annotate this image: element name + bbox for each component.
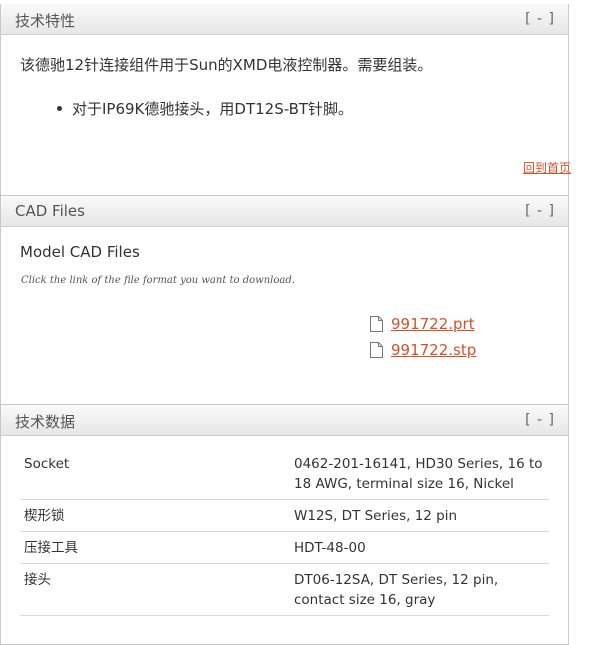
bullet-icon <box>57 106 62 111</box>
file-download-link-prt[interactable]: 991722.prt <box>391 315 475 333</box>
product-description: 该德驰12针连接组件用于Sun的XMD电液控制器。需要组装。 <box>20 56 433 74</box>
tech-features-header[interactable]: 技术特性 [ - ] <box>1 4 568 35</box>
tech-data-header[interactable]: 技术数据 [ - ] <box>1 405 568 436</box>
file-download-link-stp[interactable]: 991722.stp <box>391 341 476 359</box>
spec-key: 压接工具 <box>20 531 290 564</box>
cad-files-title: CAD Files <box>15 202 85 220</box>
file-icon <box>370 316 383 332</box>
spec-value: HDT-48-00 <box>290 531 549 564</box>
tech-features-collapse-toggle[interactable]: [ - ] <box>525 11 555 27</box>
cad-files-header[interactable]: CAD Files [ - ] <box>1 196 568 227</box>
spec-value: 0462-201-16141, HD30 Series, 16 to 18 AW… <box>290 448 549 500</box>
tech-data-collapse-toggle[interactable]: [ - ] <box>525 412 555 428</box>
cad-files-collapse-toggle[interactable]: [ - ] <box>525 203 555 219</box>
cad-files-panel: CAD Files [ - ] <box>0 196 569 405</box>
spec-value: DT06-12SA, DT Series, 12 pin, contact si… <box>290 563 549 616</box>
spec-key: 接头 <box>20 563 290 616</box>
back-to-top-link[interactable]: 回到首页 <box>523 159 571 176</box>
tech-features-title: 技术特性 <box>15 12 76 30</box>
cad-files-instructions: Click the link of the file format you wa… <box>21 275 295 286</box>
cad-files-heading: Model CAD Files <box>20 243 140 261</box>
spec-key: Socket <box>20 448 290 500</box>
feature-bullet: 对于IP69K德驰接头，用DT12S-BT针脚。 <box>72 100 354 118</box>
table-row: 压接工具 HDT-48-00 <box>20 531 549 564</box>
spec-key: 楔形锁 <box>20 499 290 532</box>
table-row: 楔形锁 W12S, DT Series, 12 pin <box>20 499 549 532</box>
tech-data-title: 技术数据 <box>15 413 76 431</box>
file-icon <box>370 342 383 358</box>
table-row: 接头 DT06-12SA, DT Series, 12 pin, contact… <box>20 563 549 616</box>
specs-table: Socket 0462-201-16141, HD30 Series, 16 t… <box>20 448 549 616</box>
table-row: Socket 0462-201-16141, HD30 Series, 16 t… <box>20 448 549 500</box>
spec-value: W12S, DT Series, 12 pin <box>290 499 549 532</box>
